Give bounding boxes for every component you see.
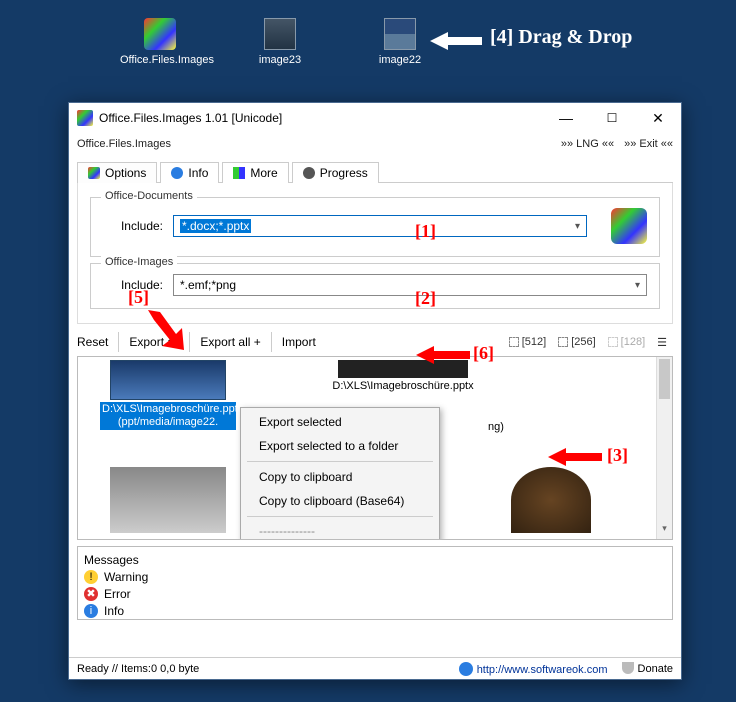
annotation-2: [2] [415, 288, 436, 309]
menubar-left[interactable]: Office.Files.Images [77, 138, 171, 150]
caption-fragment: ng) [488, 421, 504, 433]
thumbnail-caption: D:\XLS\Imagebroschüre.pptx [308, 380, 498, 393]
scroll-thumb[interactable] [659, 359, 670, 399]
include-label: Include: [103, 219, 163, 233]
ctx-export-selected[interactable]: Export selected [241, 410, 439, 434]
desktop-icon-label: Office.Files.Images [120, 54, 200, 66]
square-icon [558, 337, 568, 347]
close-button[interactable]: ✕ [635, 103, 681, 133]
window-title: Office.Files.Images 1.01 [Unicode] [99, 111, 543, 125]
info-icon: i [84, 604, 98, 618]
app-icon [144, 18, 176, 50]
import-button[interactable]: Import [272, 332, 326, 352]
ctx-separator: -------------- [241, 520, 439, 540]
annotation-3: [3] [607, 445, 628, 466]
more-icon [233, 167, 245, 179]
warning-icon: ! [84, 570, 98, 584]
thumbnail-image [110, 360, 226, 400]
options-icon [88, 167, 100, 179]
gallery-item[interactable] [506, 467, 596, 533]
donate-link[interactable]: Donate [622, 662, 673, 675]
titlebar[interactable]: Office.Files.Images 1.01 [Unicode] — ☐ ✕ [69, 103, 681, 133]
chevron-down-icon: ▾ [575, 221, 580, 232]
desktop-icon-image22[interactable]: image22 [360, 18, 440, 66]
arrow-red-icon [548, 446, 602, 471]
tab-more[interactable]: More [222, 162, 288, 183]
annotation-6: [6] [473, 343, 494, 364]
tab-label: Options [105, 166, 146, 180]
progress-icon [303, 167, 315, 179]
menubar: Office.Files.Images »» LNG «« »» Exit «« [69, 133, 681, 155]
info-icon [171, 167, 183, 179]
desktop-icon-image23[interactable]: image23 [240, 18, 320, 66]
size-256-button[interactable]: [256] [552, 334, 601, 350]
gallery-item[interactable] [100, 467, 236, 533]
tab-options[interactable]: Options [77, 162, 157, 183]
group-legend: Office-Documents [101, 190, 197, 202]
ctx-export-selected-folder[interactable]: Export selected to a folder [241, 434, 439, 458]
tab-label: Info [188, 166, 208, 180]
app-logo-icon[interactable] [611, 208, 647, 244]
context-menu: Export selected Export selected to a fol… [240, 407, 440, 540]
messages-panel: Messages ! Warning ✖ Error i Info [77, 546, 673, 620]
maximize-button[interactable]: ☐ [589, 103, 635, 133]
status-text: Ready // Items:0 0,0 byte [77, 663, 199, 675]
annotation-dragdrop: [4] Drag & Drop [490, 26, 632, 49]
size-128-button[interactable]: [128] [602, 334, 651, 350]
error-icon: ✖ [84, 587, 98, 601]
square-icon [509, 337, 519, 347]
tab-info[interactable]: Info [160, 162, 219, 183]
annotation-5: [5] [128, 287, 149, 308]
status-url[interactable]: http://www.softwareok.com [459, 662, 608, 676]
desktop-icon-app[interactable]: Office.Files.Images [120, 18, 200, 66]
options-pane: Office-Documents Include: *.docx;*.pptx … [77, 183, 673, 324]
tab-label: Progress [320, 166, 368, 180]
square-icon [608, 337, 618, 347]
thumbnail-image [511, 467, 591, 533]
messages-info: Info [104, 604, 124, 618]
desktop-icon-label: image22 [360, 54, 440, 66]
tab-label: More [250, 166, 277, 180]
messages-error: Error [104, 587, 131, 601]
annotation-1: [1] [415, 221, 436, 242]
statusbar: Ready // Items:0 0,0 byte http://www.sof… [69, 657, 681, 679]
ctx-copy-clipboard[interactable]: Copy to clipboard [241, 465, 439, 489]
reset-button[interactable]: Reset [77, 332, 119, 352]
chevron-down-icon: ▾ [635, 280, 640, 291]
image-icon [384, 18, 416, 50]
group-office-images: Office-Images Include: *.emf;*png ▾ [90, 263, 660, 309]
arrow-white-icon [430, 30, 482, 55]
scroll-down-icon[interactable]: ▾ [657, 523, 672, 539]
tabstrip: Options Info More Progress [77, 161, 673, 183]
messages-title: Messages [84, 553, 139, 567]
donate-icon [622, 662, 634, 674]
tab-progress[interactable]: Progress [292, 162, 379, 183]
app-icon [77, 110, 93, 126]
thumbnail-caption: D:\XLS\Imagebroschüre.pptx (ppt/media/im… [100, 402, 236, 430]
group-office-documents: Office-Documents Include: *.docx;*.pptx … [90, 197, 660, 257]
export-all-plus-button[interactable]: Export all + [190, 332, 271, 352]
globe-icon [459, 662, 473, 676]
desktop-icon-label: image23 [240, 54, 320, 66]
app-window: Office.Files.Images 1.01 [Unicode] — ☐ ✕… [68, 102, 682, 680]
size-512-button[interactable]: [512] [503, 334, 552, 350]
group-legend: Office-Images [101, 256, 177, 268]
minimize-button[interactable]: — [543, 103, 589, 133]
list-view-button[interactable]: ☰ [651, 334, 673, 351]
include-docs-combo[interactable]: *.docx;*.pptx ▾ [173, 215, 587, 237]
gallery-item-selected[interactable]: D:\XLS\Imagebroschüre.pptx (ppt/media/im… [100, 360, 236, 430]
menu-exit[interactable]: »» Exit «« [624, 138, 673, 150]
arrow-red-icon [416, 344, 470, 369]
menu-lng[interactable]: »» LNG «« [561, 138, 614, 150]
arrow-red-icon [148, 310, 188, 353]
image-icon [264, 18, 296, 50]
combo-value: *.docx;*.pptx [180, 219, 251, 233]
thumbnail-image [110, 467, 226, 533]
messages-warning: Warning [104, 570, 148, 584]
combo-value: *.emf;*png [180, 278, 236, 292]
gallery-scrollbar[interactable]: ▴ ▾ [656, 357, 672, 539]
ctx-copy-clipboard-b64[interactable]: Copy to clipboard (Base64) [241, 489, 439, 513]
include-imgs-combo[interactable]: *.emf;*png ▾ [173, 274, 647, 296]
